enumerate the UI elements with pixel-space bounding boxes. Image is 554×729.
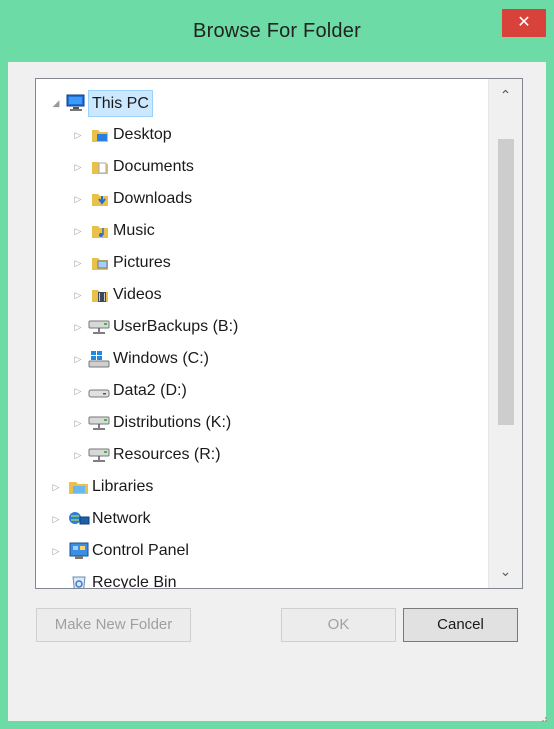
vertical-scrollbar[interactable]: ⌃ ⌄ — [488, 79, 522, 588]
windows-drive-icon — [88, 350, 110, 368]
network-drive-icon — [88, 414, 110, 432]
videos-folder-icon — [91, 286, 109, 304]
tree-item-label: This PC — [88, 90, 153, 117]
expand-arrow-icon[interactable]: ▷ — [72, 313, 84, 341]
expand-arrow-icon[interactable]: ▷ — [72, 409, 84, 437]
expand-arrow-icon[interactable]: ▷ — [50, 537, 62, 565]
network-drive-icon — [88, 446, 110, 464]
expand-arrow-icon[interactable]: ▷ — [72, 121, 84, 149]
collapse-arrow-icon[interactable]: ◢ — [50, 89, 62, 117]
tree-item-label: Documents — [113, 158, 194, 175]
tree-item-label: Desktop — [113, 126, 172, 143]
ok-button[interactable]: OK — [281, 608, 396, 642]
downloads-folder-icon — [91, 190, 109, 208]
cancel-button[interactable]: Cancel — [403, 608, 518, 642]
desktop-folder-icon — [91, 126, 109, 144]
music-folder-icon — [91, 222, 109, 240]
this-pc-icon — [66, 94, 85, 112]
expand-arrow-icon[interactable]: ▷ — [72, 249, 84, 277]
hard-drive-icon — [88, 382, 110, 400]
network-drive-icon — [88, 318, 110, 336]
tree-item-label: Resources (R:) — [113, 446, 221, 463]
documents-folder-icon — [91, 158, 109, 176]
control-panel-icon — [68, 542, 90, 560]
dialog-title: Browse For Folder — [193, 20, 361, 42]
tree-item-label: Windows (C:) — [113, 350, 210, 367]
tree-item-label: Music — [113, 222, 155, 239]
scrollbar-thumb[interactable] — [498, 139, 514, 425]
tree-item-label: Libraries — [92, 478, 154, 495]
tree-item-label: Control Panel — [92, 542, 189, 559]
expand-arrow-icon[interactable]: ▷ — [72, 281, 84, 309]
pictures-folder-icon — [91, 254, 109, 272]
folder-tree[interactable]: ◢ This PC ▷ Desktop ▷ Documents ▷ Downlo… — [35, 78, 523, 589]
expand-arrow-icon[interactable]: ▷ — [50, 473, 62, 501]
expand-arrow-icon[interactable]: ▷ — [72, 377, 84, 405]
expand-arrow-icon[interactable]: ▷ — [72, 153, 84, 181]
tree-item-label: Downloads — [113, 190, 193, 207]
expand-arrow-icon[interactable]: ▷ — [72, 217, 84, 245]
network-icon — [68, 510, 90, 528]
tree-item-label: Distributions (K:) — [113, 414, 232, 431]
tree-item-label: Data2 (D:) — [113, 382, 187, 399]
recycle-bin-icon — [70, 574, 88, 588]
title-bar[interactable]: Browse For Folder ✕ — [0, 0, 554, 62]
browse-for-folder-dialog: Browse For Folder ✕ ◢ This PC ▷ Desktop … — [0, 0, 554, 729]
tree-item-label: Videos — [113, 286, 162, 303]
tree-item-label: Pictures — [113, 254, 171, 271]
expand-arrow-icon[interactable]: ▷ — [72, 345, 84, 373]
resize-grip-icon[interactable] — [538, 713, 548, 723]
expand-arrow-icon[interactable]: ▷ — [72, 185, 84, 213]
libraries-icon — [68, 478, 90, 496]
scroll-up-icon[interactable]: ⌃ — [489, 79, 522, 112]
close-button[interactable]: ✕ — [502, 9, 546, 37]
expand-arrow-icon[interactable]: ▷ — [50, 505, 62, 533]
expand-arrow-icon[interactable]: ▷ — [72, 441, 84, 469]
tree-item-label: Network — [92, 510, 151, 527]
tree-item-label: UserBackups (B:) — [113, 318, 239, 335]
scroll-down-icon[interactable]: ⌄ — [489, 555, 522, 588]
tree-item-label: Recycle Bin — [92, 574, 177, 589]
make-new-folder-button[interactable]: Make New Folder — [36, 608, 191, 642]
